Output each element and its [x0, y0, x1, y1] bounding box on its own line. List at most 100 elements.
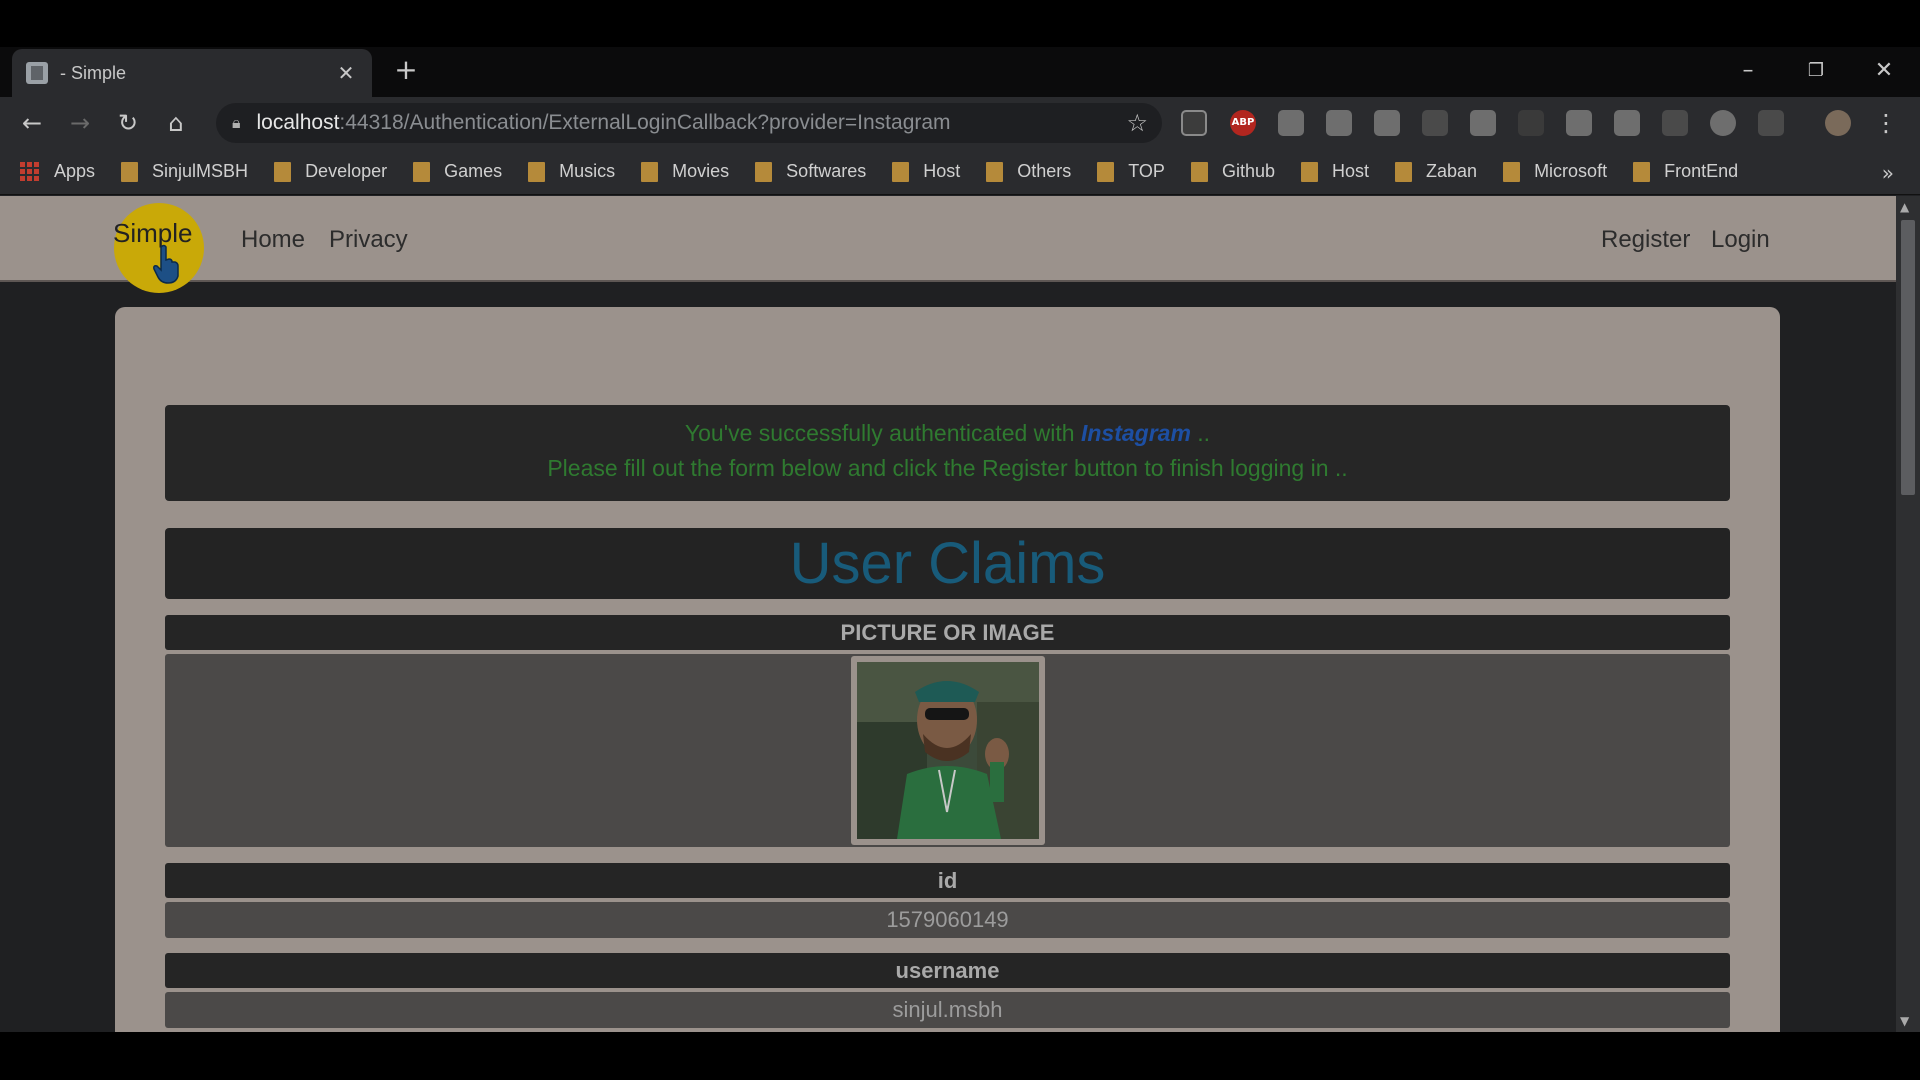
bookmark-folder[interactable]: Musics	[528, 161, 615, 182]
extension-icon[interactable]	[1374, 110, 1400, 136]
lock-icon: 🔒︎	[232, 113, 241, 132]
reload-icon[interactable]: ↻	[112, 107, 144, 139]
claim-name: id	[165, 863, 1730, 898]
bookmark-label: Zaban	[1426, 161, 1478, 181]
folder-icon	[1097, 161, 1115, 182]
content-card: You've successfully authenticated with I…	[115, 307, 1780, 1032]
page-viewport: Simple Home Privacy Register Login You'v…	[0, 196, 1920, 1032]
scrollbar[interactable]: ▲ ▼	[1896, 196, 1920, 1032]
bookmark-folder[interactable]: Host	[892, 161, 960, 182]
chevron-double-right-icon[interactable]: »	[1882, 161, 1894, 185]
provider-name: Instagram	[1080, 420, 1191, 446]
star-icon[interactable]: ☆	[1126, 109, 1148, 137]
menu-icon[interactable]: ⋮	[1870, 107, 1902, 139]
bookmark-folder[interactable]: Others	[986, 161, 1071, 182]
bookmark-label: Games	[444, 161, 503, 181]
nav-privacy[interactable]: Privacy	[329, 226, 408, 254]
bookmark-label: Apps	[54, 161, 96, 181]
folder-icon	[1301, 161, 1318, 182]
folder-icon	[1190, 161, 1208, 182]
browser-toolbar: ← → ↻ ⌂ 🔒︎ localhost:44318/Authenticatio…	[0, 97, 1920, 149]
extension-icon[interactable]	[1326, 110, 1352, 136]
new-tab-button[interactable]: +	[390, 55, 422, 87]
folder-icon	[1633, 161, 1651, 182]
extension-icon[interactable]	[1181, 110, 1207, 136]
close-window-icon[interactable]: ✕	[1854, 53, 1914, 89]
bookmark-folder[interactable]: Softwares	[755, 161, 866, 182]
home-icon[interactable]: ⌂	[160, 107, 192, 139]
claim-name: username	[165, 953, 1730, 988]
extension-icon[interactable]	[1758, 110, 1784, 136]
bookmark-folder[interactable]: Microsoft	[1503, 161, 1607, 182]
bookmark-folder[interactable]: Host	[1301, 161, 1369, 182]
scrollbar-thumb[interactable]	[1901, 220, 1915, 495]
bookmark-label: Host	[1332, 161, 1370, 181]
extension-icon[interactable]	[1614, 110, 1640, 136]
browser-window: - Simple ✕ + – ❐ ✕ ← → ↻ ⌂ 🔒︎ localhost:…	[0, 47, 1920, 1032]
folder-icon	[641, 161, 659, 182]
extension-icon[interactable]	[1518, 110, 1544, 136]
folder-icon	[755, 161, 773, 182]
bookmark-label: Github	[1221, 161, 1275, 181]
bookmark-label: TOP	[1128, 161, 1165, 181]
bookmark-folder[interactable]: Movies	[641, 161, 729, 182]
bookmark-folder[interactable]: SinjulMSBH	[121, 161, 248, 182]
extension-icon[interactable]	[1566, 110, 1592, 136]
avatar[interactable]	[1825, 110, 1851, 136]
page-icon	[26, 62, 48, 84]
forward-icon[interactable]: →	[64, 107, 96, 139]
hand-cursor-icon	[153, 244, 179, 284]
bookmarks-bar: Apps SinjulMSBH Developer Games Musics M…	[0, 149, 1920, 195]
bookmark-folder[interactable]: TOP	[1097, 161, 1165, 182]
extension-icon[interactable]	[1470, 110, 1496, 136]
folder-icon	[528, 161, 546, 182]
address-bar[interactable]: 🔒︎ localhost:44318/Authentication/Extern…	[216, 103, 1162, 143]
bookmark-label: Others	[1017, 161, 1072, 181]
scroll-up-icon[interactable]: ▲	[1900, 200, 1909, 214]
bookmark-label: Movies	[672, 161, 730, 181]
alert-line-1: You've successfully authenticated with I…	[684, 420, 1211, 446]
scroll-down-icon[interactable]: ▼	[1900, 1014, 1909, 1028]
extension-icon[interactable]	[1710, 110, 1736, 136]
nav-register[interactable]: Register	[1601, 226, 1690, 254]
bookmark-label: Host	[923, 161, 961, 181]
claims-title: User Claims	[165, 528, 1730, 599]
folder-icon	[1503, 161, 1521, 182]
bookmark-label: Developer	[305, 161, 388, 181]
extension-icon[interactable]	[1422, 110, 1448, 136]
tab-active[interactable]: - Simple ✕	[12, 49, 372, 97]
folder-icon	[1395, 161, 1413, 182]
restore-icon[interactable]: ❐	[1786, 53, 1846, 89]
extension-icon[interactable]	[1278, 110, 1304, 136]
folder-icon	[121, 161, 139, 182]
site-navbar: Simple Home Privacy Register Login	[0, 196, 1896, 293]
bookmark-folder[interactable]: FrontEnd	[1633, 161, 1738, 182]
nav-login[interactable]: Login	[1711, 226, 1770, 254]
folder-icon	[274, 161, 292, 182]
alert-line-2: Please fill out the form below and click…	[547, 455, 1348, 481]
back-icon[interactable]: ←	[16, 107, 48, 139]
url-path: :44318/Authentication/ExternalLoginCallb…	[339, 111, 951, 134]
bookmark-apps[interactable]: Apps	[20, 161, 95, 182]
bookmark-label: Musics	[559, 161, 616, 181]
bookmark-folder[interactable]: Developer	[274, 161, 387, 182]
bookmark-folder[interactable]: Zaban	[1395, 161, 1477, 182]
adblock-icon[interactable]: ABP	[1230, 110, 1256, 136]
extension-icon[interactable]	[1662, 110, 1688, 136]
picture-header: PICTURE OR IMAGE	[165, 615, 1730, 650]
tab-strip: - Simple ✕ + – ❐ ✕	[0, 47, 1920, 97]
claim-value: 1579060149	[165, 902, 1730, 938]
success-alert: You've successfully authenticated with I…	[165, 405, 1730, 501]
close-icon[interactable]: ✕	[334, 61, 358, 85]
profile-photo-image	[857, 662, 1039, 839]
bookmark-label: SinjulMSBH	[152, 161, 249, 181]
minimize-icon[interactable]: –	[1718, 53, 1778, 89]
bookmark-folder[interactable]: Github	[1190, 161, 1275, 182]
claim-value: sinjul.msbh	[165, 992, 1730, 1028]
bookmark-label: FrontEnd	[1664, 161, 1739, 181]
url-host: localhost	[256, 111, 340, 134]
picture-container	[165, 654, 1730, 847]
screen: - Simple ✕ + – ❐ ✕ ← → ↻ ⌂ 🔒︎ localhost:…	[0, 0, 1920, 1080]
bookmark-folder[interactable]: Games	[413, 161, 502, 182]
nav-home[interactable]: Home	[241, 226, 305, 254]
